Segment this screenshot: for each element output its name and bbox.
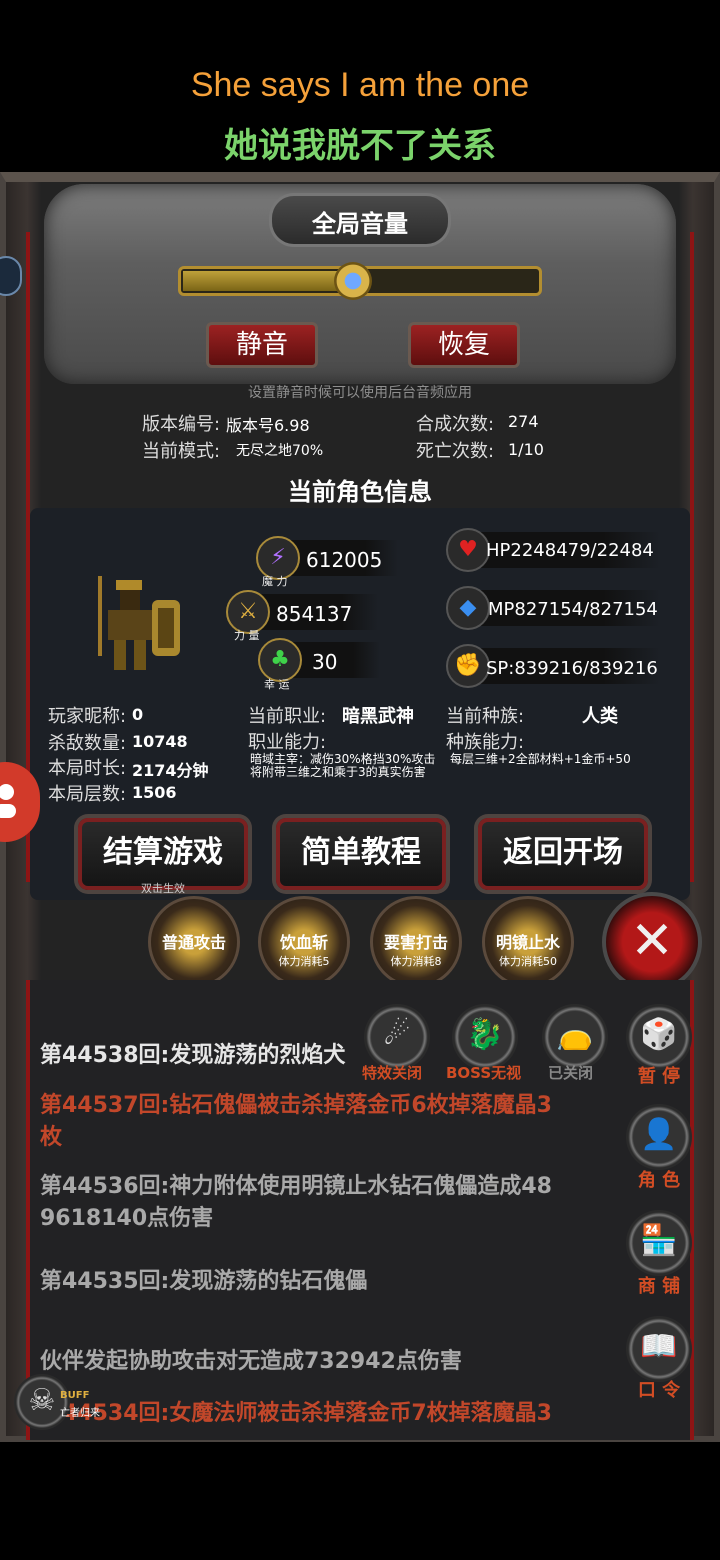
kills-value: 10748 xyxy=(132,732,188,751)
nickname-label: 玩家昵称: xyxy=(48,706,127,727)
buff-label: BUFF xyxy=(60,1390,90,1401)
log-line: 第44538回:发现游荡的烈焰犬 xyxy=(40,1043,346,1068)
strength-icon: ✊ xyxy=(446,644,490,688)
race-label: 当前种族: xyxy=(446,706,525,727)
job-ability-desc-2: 将附带三维之和乘于3的真实伤害 xyxy=(250,765,426,779)
sp-value: SP:839216/839216 xyxy=(486,658,658,679)
log-line: 第44534回:女魔法师被击杀掉落金币7枚掉落魔晶3 xyxy=(40,1401,552,1426)
shop-label: 商 铺 xyxy=(637,1276,681,1297)
synth-value: 274 xyxy=(508,412,539,431)
person-icon xyxy=(0,784,16,818)
death-label: 死亡次数: xyxy=(416,441,495,462)
mode-label: 当前模式: xyxy=(142,441,221,462)
back-to-start-button[interactable]: 返回开场 xyxy=(478,818,648,890)
death-value: 1/10 xyxy=(508,440,544,459)
synth-label: 合成次数: xyxy=(416,414,495,435)
log-line: 9618140点伤害 xyxy=(40,1206,214,1231)
book-icon[interactable]: 📖 xyxy=(626,1316,692,1382)
log-line: 第44536回:神力附体使用明镜止水钻石傀儡造成48 xyxy=(40,1174,552,1199)
pause-label: 暂 停 xyxy=(637,1066,681,1087)
magic-caption: 魔 力 xyxy=(262,575,288,588)
subtitle-chinese: 她说我脱不了关系 xyxy=(224,126,496,166)
character-section-title: 当前角色信息 xyxy=(288,478,432,506)
role-label: 角 色 xyxy=(637,1170,681,1191)
job-label: 当前职业: xyxy=(248,706,327,727)
mute-hint: 设置静音时候可以使用后台音频应用 xyxy=(248,385,472,401)
volume-slider-knob[interactable] xyxy=(334,262,372,300)
skill-mirror-water[interactable]: 明镜止水 体力消耗50 xyxy=(482,896,574,988)
power-value: 854137 xyxy=(276,602,353,626)
restore-button[interactable]: 恢复 xyxy=(408,322,520,368)
tutorial-button[interactable]: 简单教程 xyxy=(276,818,446,890)
nickname-value: 0 xyxy=(132,705,144,724)
skill-vital-strike[interactable]: 要害打击 体力消耗8 xyxy=(370,896,462,988)
heart-icon: ♥ xyxy=(446,528,490,572)
volume-slider-fill xyxy=(183,271,353,291)
frame-accent-right xyxy=(690,232,694,882)
mute-button[interactable]: 静音 xyxy=(206,322,318,368)
race-ability-desc: 每层三维+2全部材料+1金币+50 xyxy=(450,752,631,766)
floor-label: 本局层数: xyxy=(48,784,127,805)
luck-caption: 幸 运 xyxy=(264,678,290,691)
effects-toggle-label: 特效关闭 xyxy=(362,1064,423,1082)
version-label: 版本编号: xyxy=(142,414,221,435)
subtitle-english: She says I am the one xyxy=(190,66,530,104)
closed-toggle-label: 已关闭 xyxy=(548,1064,594,1082)
log-line: 枚 xyxy=(40,1125,63,1150)
mode-value: 无尽之地70% xyxy=(236,443,324,459)
skull-icon[interactable]: ☠ xyxy=(14,1374,70,1430)
character-hood-icon[interactable]: 👤 xyxy=(626,1104,692,1170)
magic-value: 612005 xyxy=(306,548,383,572)
buff-sub-label: 亡者归来 xyxy=(60,1408,100,1419)
job-ability-label: 职业能力: xyxy=(248,732,327,753)
code-label: 口 令 xyxy=(637,1380,681,1401)
skill-blood-slash[interactable]: 饮血斩 体力消耗5 xyxy=(258,896,350,988)
close-icon[interactable]: ✕ xyxy=(602,892,702,992)
race-value: 人类 xyxy=(582,706,618,727)
dragon-icon[interactable]: 🐉 xyxy=(452,1004,518,1070)
job-value: 暗黑武神 xyxy=(342,706,414,727)
time-value: 2174分钟 xyxy=(132,761,209,780)
frame-accent-right-lower xyxy=(690,980,694,1440)
power-caption: 力 量 xyxy=(234,629,260,642)
mp-value: MP827154/827154 xyxy=(488,599,658,620)
skill-normal-attack[interactable]: 普通攻击 xyxy=(148,896,240,988)
volume-title: 全局音量 xyxy=(312,210,408,238)
dice-icon[interactable]: 🎲 xyxy=(626,1004,692,1070)
log-line: 伙伴发起协助攻击对无造成732942点伤害 xyxy=(40,1349,462,1374)
boss-ignore-label: BOSS无视 xyxy=(446,1064,522,1082)
shop-icon[interactable]: 🏪 xyxy=(626,1210,692,1276)
character-sprite xyxy=(98,576,180,670)
log-line: 第44537回:钻石傀儡被击杀掉落金币6枚掉落魔晶3 xyxy=(40,1093,552,1118)
mana-icon: ◆ xyxy=(446,586,490,630)
settle-hint: 双击生效 xyxy=(141,882,185,895)
luck-value: 30 xyxy=(312,650,338,674)
hp-value: HP2248479/22484 xyxy=(486,540,654,561)
bag-icon[interactable]: 👝 xyxy=(542,1004,608,1070)
kills-label: 杀敌数量: xyxy=(48,733,127,754)
effects-toggle-icon[interactable]: ☄ xyxy=(364,1004,430,1070)
version-value: 版本号6.98 xyxy=(226,416,310,435)
race-ability-label: 种族能力: xyxy=(446,732,525,753)
time-label: 本局时长: xyxy=(48,758,127,779)
log-line: 第44535回:发现游荡的钻石傀儡 xyxy=(40,1269,368,1294)
floor-value: 1506 xyxy=(132,783,177,802)
